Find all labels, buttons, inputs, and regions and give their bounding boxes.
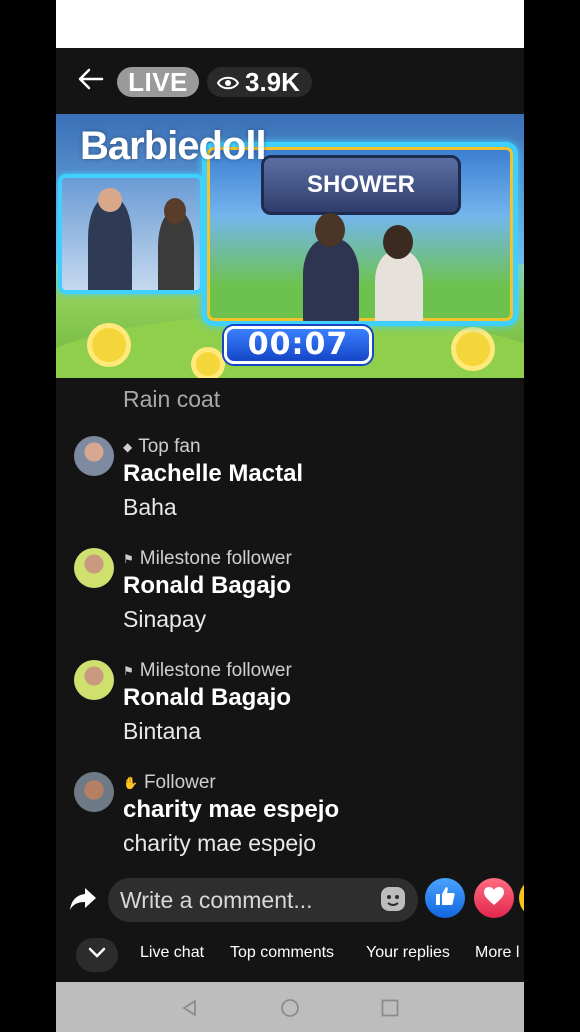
commenter-name[interactable]: Ronald Bagajo (123, 684, 291, 712)
fan-badge: ⚑ Milestone follower (123, 548, 292, 570)
viewer-count: 3.9K (245, 67, 300, 97)
chevron-down-icon (88, 946, 106, 964)
chat-comment[interactable]: ✋ Follower charity mae espejo charity ma… (56, 772, 524, 866)
fan-badge: ◆ Top fan (123, 436, 201, 458)
system-nav-bar (56, 982, 524, 1032)
sticker-icon[interactable] (378, 884, 408, 914)
person-figure (88, 198, 132, 290)
eye-icon (216, 67, 240, 97)
comment-text: Sinapay (123, 606, 207, 632)
tab-live-chat[interactable]: Live chat (140, 944, 204, 962)
back-arrow-icon[interactable] (76, 64, 106, 94)
chat-comment[interactable]: ◆ Top fan Rachelle Mactal Baha (56, 436, 524, 546)
flower-decoration (196, 352, 220, 376)
game-timer: 00:07 (224, 326, 372, 364)
wave-hand-icon: ✋ (123, 776, 138, 790)
collapse-button[interactable] (76, 938, 118, 972)
comment-input[interactable]: Write a comment... (108, 878, 418, 922)
comment-text: Baha (123, 494, 177, 520)
streamer-name: Barbiedoll (80, 124, 267, 168)
chat-tabs: Live chat Top comments Your replies More… (56, 930, 524, 980)
flag-icon: ⚑ (123, 664, 134, 678)
love-reaction-button[interactable] (474, 878, 514, 918)
viewer-count-badge: 3.9K (207, 67, 312, 97)
game-sign: SHOWER (261, 155, 461, 215)
tab-your-replies[interactable]: Your replies (366, 944, 450, 962)
chat-comment[interactable]: ⚑ Milestone follower Ronald Bagajo Binta… (56, 660, 524, 770)
live-badge: LIVE (117, 67, 199, 97)
badge-label: Follower (143, 772, 216, 793)
badge-label: Milestone follower (139, 660, 292, 681)
live-header: LIVE 3.9K (56, 48, 524, 114)
nav-recents-icon[interactable] (380, 998, 400, 1018)
person-figure (375, 251, 423, 321)
video-inset-left (58, 174, 204, 294)
nav-back-icon[interactable] (180, 998, 200, 1018)
more-reactions-button[interactable] (519, 878, 524, 918)
flower-decoration (456, 332, 490, 366)
commenter-name[interactable]: Rachelle Mactal (123, 460, 303, 488)
badge-label: Milestone follower (139, 548, 292, 569)
avatar[interactable] (74, 660, 114, 700)
like-reaction-button[interactable] (425, 878, 465, 918)
avatar[interactable] (74, 436, 114, 476)
heart-icon (483, 886, 505, 911)
avatar[interactable] (74, 772, 114, 812)
tab-more[interactable]: More l (475, 944, 519, 962)
comment-text: charity mae espejo (123, 830, 317, 856)
flower-decoration (92, 328, 126, 362)
partial-comment-text: Rain coat (123, 386, 221, 412)
person-head (164, 198, 186, 224)
chat-comment[interactable]: ⚑ Milestone follower Ronald Bagajo Sinap… (56, 548, 524, 658)
person-head (98, 188, 122, 212)
nav-home-icon[interactable] (280, 998, 300, 1018)
live-chat-list[interactable]: Rain coat ◆ Top fan Rachelle Mactal Baha… (56, 378, 524, 866)
thumbs-up-icon (434, 885, 456, 912)
badge-label: Top fan (138, 436, 201, 457)
flag-icon: ⚑ (123, 552, 134, 566)
app-frame: LIVE 3.9K SHOWER Barbiedoll 00:07 Rain c… (56, 0, 524, 1032)
video-main-panel: SHOWER (202, 142, 518, 326)
person-head (315, 213, 345, 247)
comment-composer: Write a comment... (56, 870, 524, 930)
diamond-icon: ◆ (123, 440, 133, 454)
comment-text: Bintana (123, 718, 202, 744)
live-video[interactable]: SHOWER Barbiedoll 00:07 (56, 114, 524, 378)
commenter-name[interactable]: charity mae espejo (123, 796, 339, 824)
tab-top-comments[interactable]: Top comments (230, 944, 334, 962)
commenter-name[interactable]: Ronald Bagajo (123, 572, 291, 600)
status-bar (56, 0, 524, 48)
person-figure (303, 239, 359, 321)
fan-badge: ✋ Follower (123, 772, 216, 794)
person-figure (158, 212, 194, 290)
fan-badge: ⚑ Milestone follower (123, 660, 292, 682)
share-icon[interactable] (68, 884, 98, 914)
avatar[interactable] (74, 548, 114, 588)
person-head (383, 225, 413, 259)
